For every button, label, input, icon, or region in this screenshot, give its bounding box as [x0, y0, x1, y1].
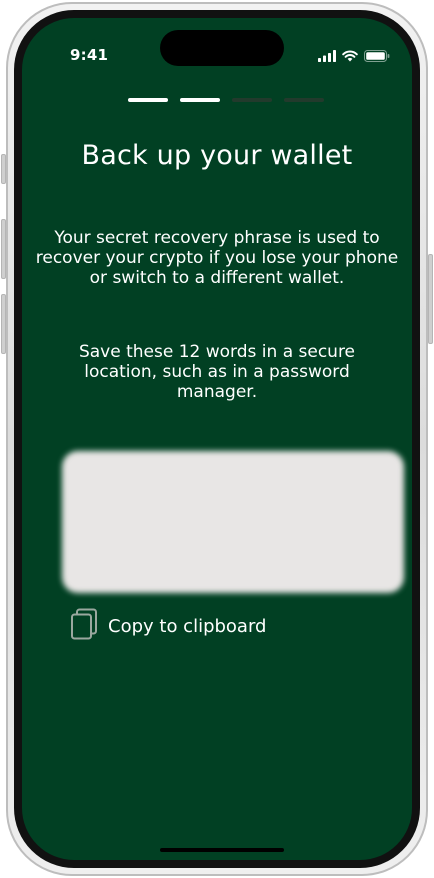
copy-label: Copy to clipboard: [108, 615, 267, 637]
action-button: [1, 154, 6, 184]
status-time: 9:41: [70, 46, 109, 64]
power-button: [428, 254, 433, 344]
phone-frame: 9:41 Back up your wallet Your secret rec…: [1, 2, 433, 876]
recovery-phrase-description: Your secret recovery phrase is used to r…: [35, 228, 399, 288]
volume-up-button: [1, 219, 6, 279]
progress-step: [232, 98, 272, 102]
cellular-signal-icon: [318, 47, 336, 66]
backup-instruction: Save these 12 words in a secure location…: [78, 342, 356, 402]
copy-to-clipboard-button[interactable]: Copy to clipboard: [70, 608, 266, 644]
wifi-icon: [342, 47, 358, 66]
page-title: Back up your wallet: [81, 140, 353, 171]
dynamic-island: [160, 30, 284, 66]
volume-down-button: [1, 294, 6, 354]
phone-bezel: 9:41 Back up your wallet Your secret rec…: [14, 10, 420, 868]
progress-step: [180, 98, 220, 102]
status-icons: [318, 47, 390, 66]
battery-icon: [364, 47, 390, 66]
progress-steps: [128, 98, 324, 102]
progress-step: [128, 98, 168, 102]
home-indicator[interactable]: [160, 848, 284, 852]
copy-icon: [70, 608, 98, 644]
progress-step: [284, 98, 324, 102]
app-screen: 9:41 Back up your wallet Your secret rec…: [22, 18, 412, 860]
recovery-phrase-box[interactable]: [62, 451, 404, 593]
